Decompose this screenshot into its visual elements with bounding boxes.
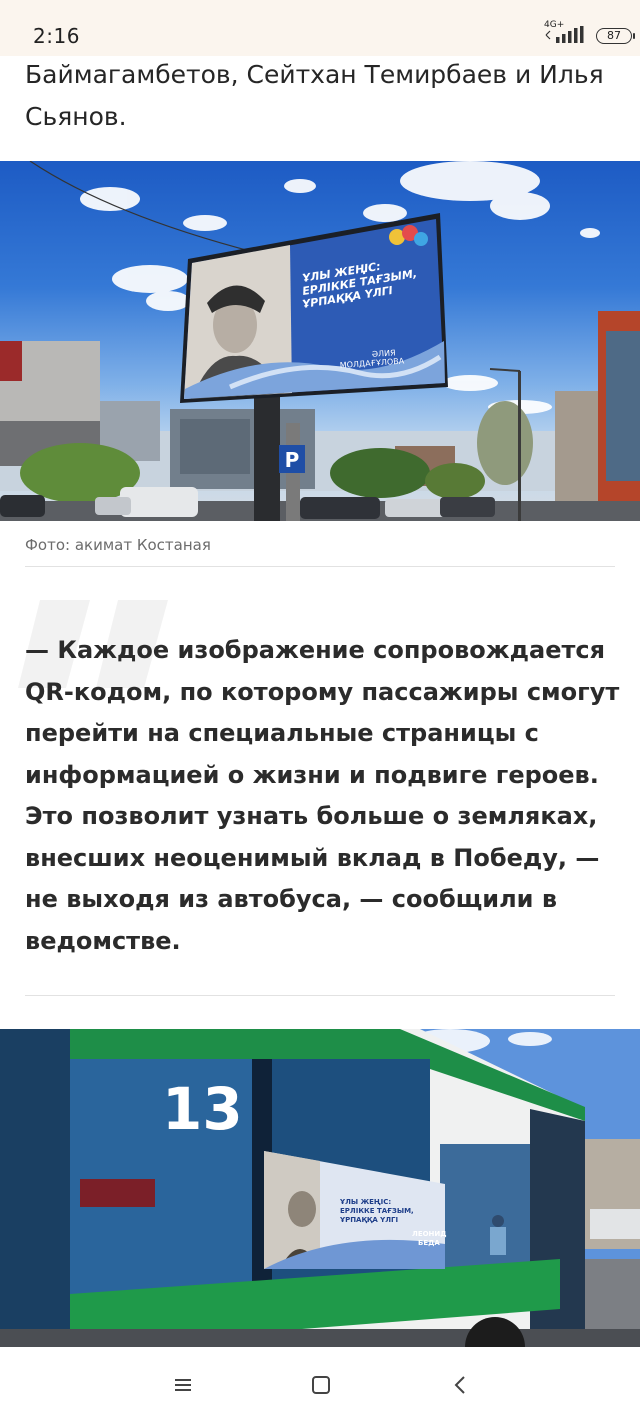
screen: 2:16 4G+ 87 Баймагамбетов, Сейтхан Темир… [0, 0, 640, 1423]
poster-name-1: ЛЕОНИД [412, 1230, 447, 1238]
battery-icon: 87 [596, 28, 635, 44]
article-quote: — Каждое изображение сопровождается QR-к… [25, 636, 620, 955]
parking-sign: P [285, 448, 300, 472]
divider [25, 566, 615, 567]
signal-icon [545, 26, 584, 43]
billboard-scene: P ҰЛЫ ЖЕҢІС: ЕРЛІККЕ ТАҒЗЫМ, ҰРПАҚҚА ҮЛГ… [0, 161, 640, 521]
article-paragraph: Баймагамбетов, Сейтхан Темирбаев и Илья … [25, 60, 604, 131]
poster-line-1: ҰЛЫ ЖЕҢІС: [339, 1198, 391, 1206]
bus-scene: 13 ҰЛЫ ЖЕҢІС: ЕРЛІККЕ ТАҒЗЫМ, ҰРПАҚҚА ҮЛ… [0, 1029, 640, 1347]
divider [25, 995, 615, 996]
poster-line-2: ЕРЛІККЕ ТАҒЗЫМ, [340, 1207, 414, 1215]
poster-name-2: БЕДА [418, 1239, 440, 1247]
article-photo-billboard[interactable]: P ҰЛЫ ЖЕҢІС: ЕРЛІККЕ ТАҒЗЫМ, ҰРПАҚҚА ҮЛГ… [0, 161, 640, 521]
battery-level: 87 [607, 29, 621, 42]
photo-caption: Фото: акимат Костаная [25, 536, 211, 554]
status-time: 2:16 [33, 24, 80, 48]
status-bar: 2:16 4G+ 87 [0, 0, 640, 56]
home-icon[interactable] [308, 1373, 334, 1397]
poster-line-3: ҰРПАҚҚА ҮЛГІ [339, 1216, 398, 1224]
menu-icon[interactable] [170, 1373, 196, 1397]
navigation-bar [0, 1347, 640, 1423]
bus-number: 13 [162, 1075, 243, 1143]
article-photo-bus[interactable]: 13 ҰЛЫ ЖЕҢІС: ЕРЛІККЕ ТАҒЗЫМ, ҰРПАҚҚА ҮЛ… [0, 1029, 640, 1347]
back-icon[interactable] [448, 1373, 474, 1397]
